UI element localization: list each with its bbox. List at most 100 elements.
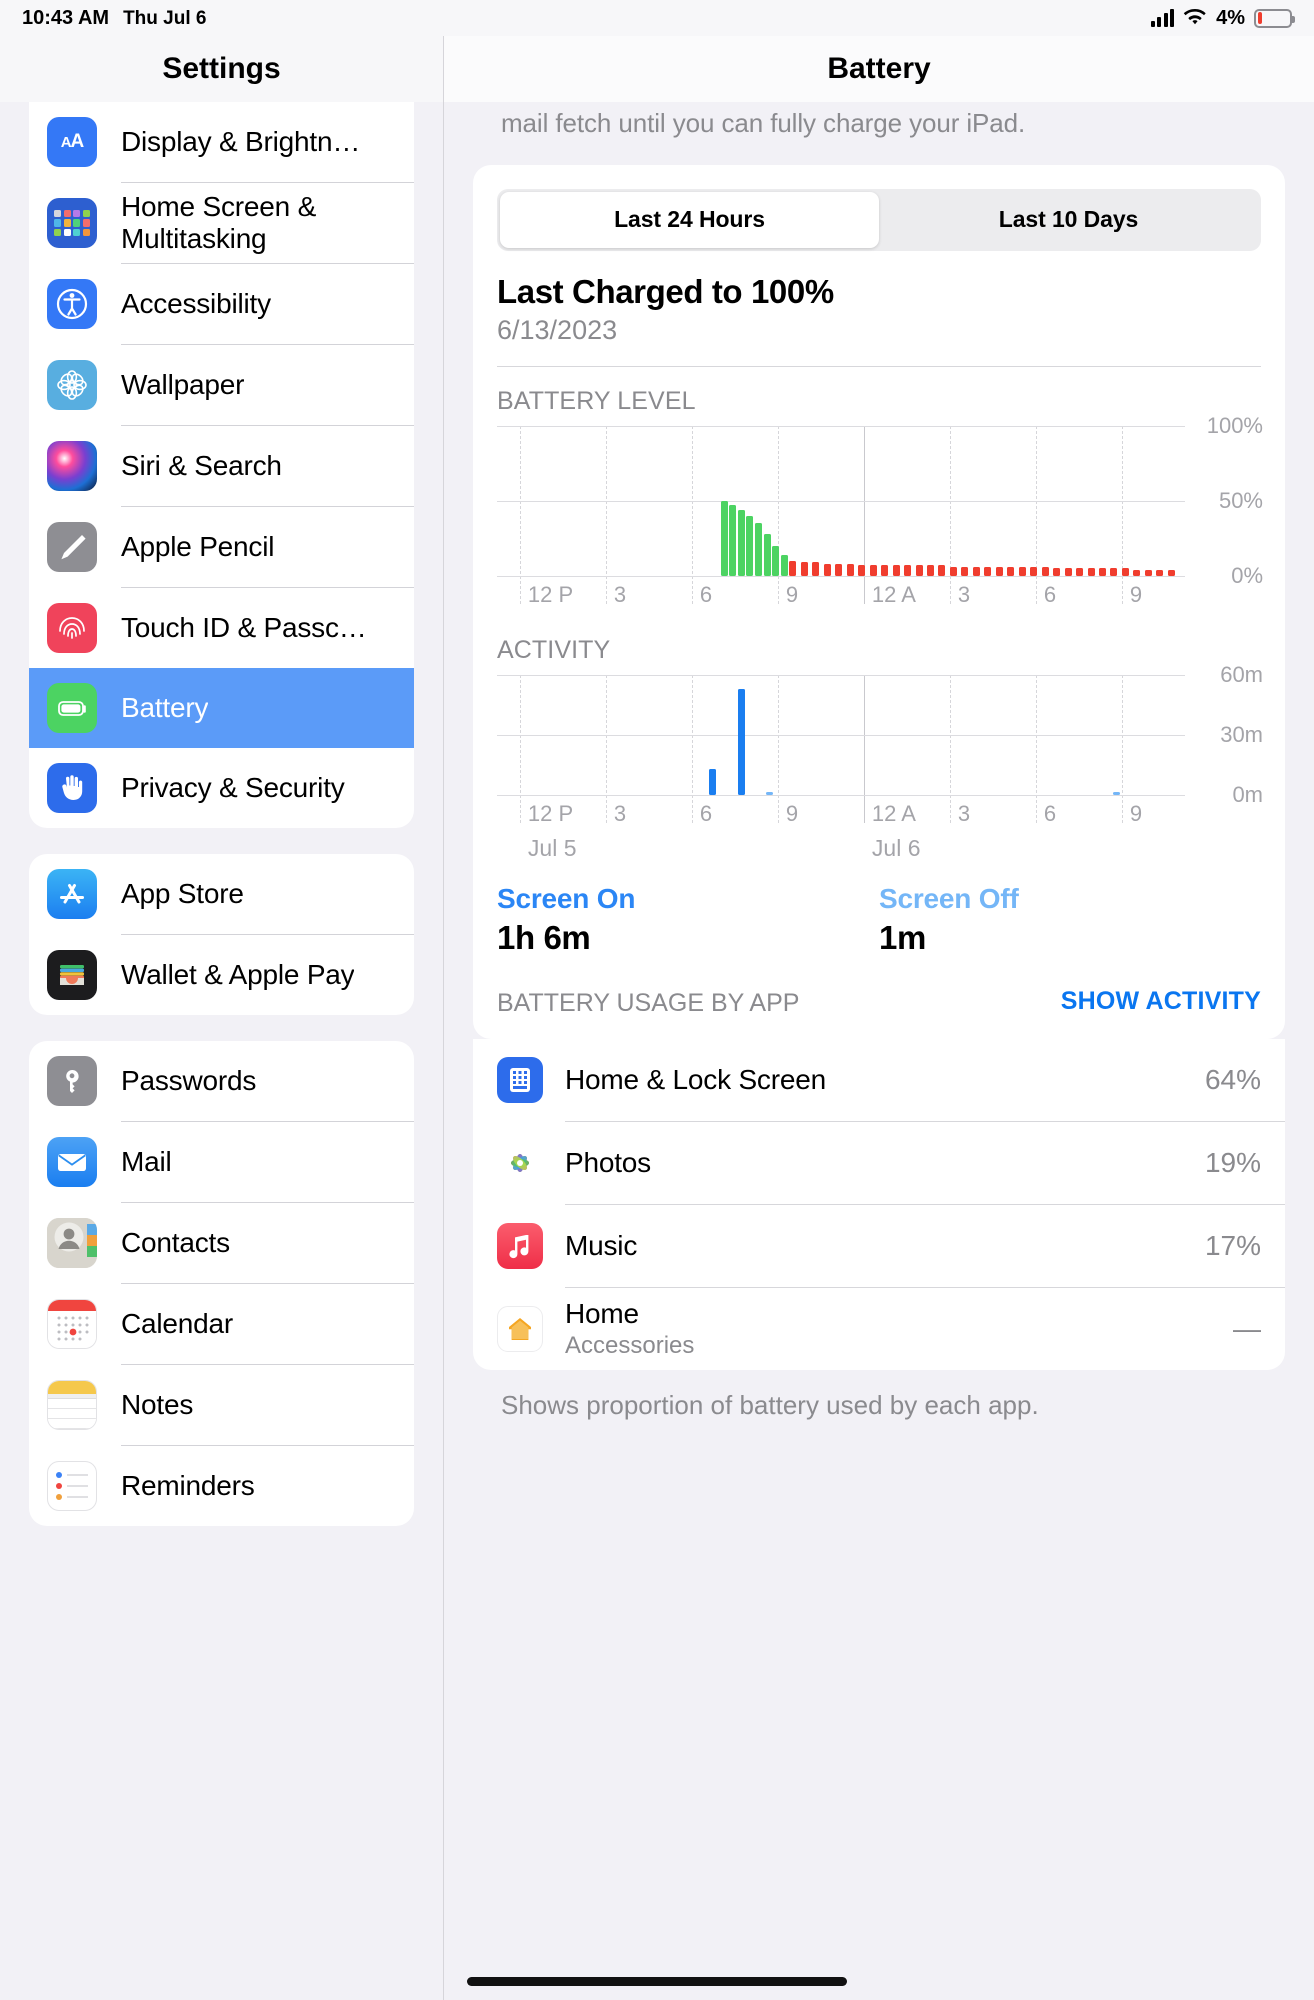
screen-time-stats: Screen On 1h 6m Screen Off 1m — [497, 883, 1261, 957]
sidebar-item-label: Siri & Search — [121, 450, 282, 481]
chart-bar — [995, 566, 1003, 576]
xtick-label: 12 A — [871, 581, 916, 607]
ytick-label: 0m — [1232, 781, 1263, 807]
chart-bar — [1144, 569, 1152, 576]
sidebar-item-label: Display & Brightn… — [121, 126, 361, 157]
xtick-label: 9 — [1129, 800, 1143, 826]
status-time: 10:43 AM — [22, 6, 110, 29]
sidebar-item-privacy-security[interactable]: Privacy & Security — [29, 748, 414, 828]
sidebar-item-mail[interactable]: Mail — [29, 1122, 414, 1202]
sidebar-item-label: Wallpaper — [121, 369, 245, 400]
table-row[interactable]: Photos 19% — [473, 1122, 1285, 1204]
xtick-label: 6 — [1043, 581, 1057, 607]
table-row[interactable]: Home & Lock Screen 64% — [473, 1039, 1285, 1121]
sidebar-item-wallet-apple-pay[interactable]: Wallet & Apple Pay — [29, 935, 414, 1015]
battery-usage-app-list: Home & Lock Screen 64% Photos 19% Music … — [473, 1039, 1285, 1371]
sidebar-item-apple-pencil[interactable]: Apple Pencil — [29, 507, 414, 587]
chart-bar — [755, 523, 762, 576]
sidebar-item-label: Touch ID & Passc… — [121, 612, 367, 643]
chart-bar — [812, 562, 820, 576]
sidebar-group-store: App Store Wallet & Apple Pay — [29, 854, 414, 1015]
chart-bar — [1018, 566, 1026, 576]
split-view: Settings AA Display & Brightn… Home Scre… — [0, 36, 1314, 2000]
segment-last-24-hours[interactable]: Last 24 Hours — [500, 191, 879, 248]
time-range-segmented-control[interactable]: Last 24 Hours Last 10 Days — [497, 188, 1261, 251]
sidebar-item-siri-search[interactable]: Siri & Search — [29, 426, 414, 506]
sidebar-item-label: Apple Pencil — [121, 531, 275, 562]
show-activity-button[interactable]: SHOW ACTIVITY — [1061, 987, 1261, 1016]
ytick-label: 0% — [1231, 562, 1263, 588]
display-brightness-icon: AA — [47, 117, 97, 167]
app-text-block: Home Accessories — [543, 1298, 694, 1360]
xtick-label: 12 P — [527, 800, 574, 826]
wifi-icon — [1183, 9, 1207, 27]
chart-bar — [1041, 566, 1049, 576]
sidebar-title: Settings — [0, 36, 443, 102]
sidebar-item-display-brightness[interactable]: AA Display & Brightn… — [29, 102, 414, 182]
home-indicator[interactable] — [467, 1977, 847, 1986]
sidebar-item-accessibility[interactable]: Accessibility — [29, 264, 414, 344]
battery-level-bars — [497, 426, 1185, 576]
music-icon — [497, 1223, 543, 1270]
table-row[interactable]: Music 17% — [473, 1205, 1285, 1287]
contacts-icon — [47, 1218, 97, 1268]
battery-icon — [47, 683, 97, 733]
status-bar-left: 10:43 AM Thu Jul 6 — [22, 7, 206, 30]
day-label: Jul 6 — [871, 834, 921, 861]
last-charged-date: 6/13/2023 — [497, 314, 618, 345]
passwords-key-icon — [47, 1056, 97, 1106]
app-percent: 64% — [1204, 1064, 1261, 1096]
app-name: Photos — [565, 1147, 651, 1179]
chart-bar — [709, 768, 717, 795]
battery-outline-icon — [1254, 8, 1295, 28]
sidebar-item-notes[interactable]: Notes — [29, 1365, 414, 1445]
sidebar-item-app-store[interactable]: App Store — [29, 854, 414, 934]
table-row[interactable]: Home Accessories — — [473, 1288, 1285, 1370]
xtick-label: 3 — [613, 800, 627, 826]
sidebar-item-label: Battery — [121, 692, 209, 723]
photos-icon — [497, 1140, 543, 1187]
xtick-label: 6 — [699, 800, 713, 826]
activity-plot: 60m 30m 0m — [497, 662, 1263, 823]
sidebar-item-home-screen-multitasking[interactable]: Home Screen & Multitasking — [29, 183, 414, 263]
sidebar-item-reminders[interactable]: Reminders — [29, 1446, 414, 1526]
sidebar-item-label: Passwords — [121, 1065, 257, 1096]
chart-bar — [729, 505, 737, 576]
mail-icon — [47, 1137, 97, 1187]
segment-last-10-days[interactable]: Last 10 Days — [879, 192, 1258, 248]
chart-bar — [915, 565, 923, 576]
sidebar-item-label: Reminders — [121, 1470, 255, 1501]
sidebar-item-battery[interactable]: Battery — [29, 668, 414, 748]
sidebar-item-passwords[interactable]: Passwords — [29, 1041, 414, 1121]
sidebar-item-calendar[interactable]: Calendar — [29, 1284, 414, 1364]
chart-bar — [789, 560, 797, 576]
ipad-settings-screen: 10:43 AM Thu Jul 6 4% Settings AA Displa… — [0, 0, 1314, 2000]
sidebar-item-label: Mail — [121, 1146, 172, 1177]
ytick-label: 30m — [1220, 721, 1263, 747]
chart-bar — [904, 565, 912, 576]
home-screen-icon — [47, 198, 97, 248]
chart-bar — [1076, 568, 1084, 576]
battery-level-plot: 100% 50% 0% — [497, 413, 1263, 604]
detail-scroll[interactable]: mail fetch until you can fully charge yo… — [444, 102, 1314, 2000]
chart-bar — [984, 566, 992, 576]
xtick-label: 12 A — [871, 800, 916, 826]
apple-pencil-icon — [47, 522, 97, 572]
sidebar-item-contacts[interactable]: Contacts — [29, 1203, 414, 1283]
sidebar-item-label: Privacy & Security — [121, 772, 345, 803]
chart-bar — [892, 565, 900, 576]
sidebar-item-touch-id-passcode[interactable]: Touch ID & Passc… — [29, 588, 414, 668]
sidebar-item-wallpaper[interactable]: Wallpaper — [29, 345, 414, 425]
chart-bar — [746, 515, 754, 576]
home-app-icon — [497, 1306, 543, 1353]
xtick-label: 9 — [785, 800, 799, 826]
chart-bar — [1121, 568, 1129, 576]
sidebar-item-label: Accessibility — [121, 288, 271, 319]
chart-bar — [846, 563, 854, 576]
chart-bar — [1156, 569, 1164, 576]
screen-off-label: Screen Off — [879, 882, 1019, 914]
sidebar-scroll[interactable]: AA Display & Brightn… Home Screen & Mult… — [0, 102, 443, 2000]
xtick-label: 9 — [1129, 581, 1143, 607]
sidebar-item-label: Calendar — [121, 1308, 234, 1339]
chart-bar — [766, 791, 774, 795]
